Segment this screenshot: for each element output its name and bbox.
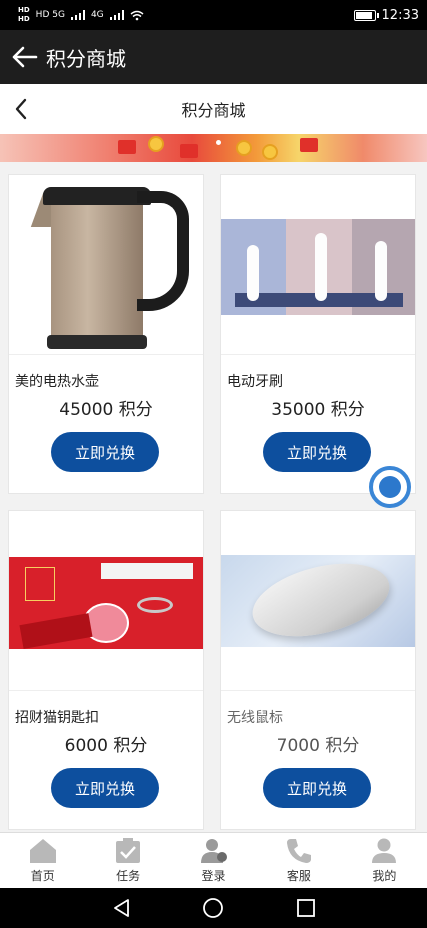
page-title: 积分商城 (181, 101, 246, 120)
chevron-left-icon[interactable] (8, 96, 34, 122)
wifi-icon (130, 10, 144, 20)
user-icon (372, 838, 397, 863)
product-card[interactable]: 电动牙刷 35000 积分 立即兑换 (220, 174, 416, 494)
phone-icon (286, 838, 311, 863)
battery-icon (353, 9, 379, 21)
tab-login[interactable]: 登录 (171, 833, 256, 888)
red-envelope-icon (300, 138, 318, 152)
signal-right-icon: 4G (90, 10, 104, 20)
nav-back-icon[interactable] (112, 898, 130, 918)
signal-bars-2-icon (109, 10, 124, 20)
app-title: 积分商城 (46, 46, 126, 71)
status-bar: HD HD HD 5G 4G 12:33 (0, 0, 427, 30)
network-status: HD HD HD 5G 4G (18, 6, 144, 24)
login-icon (200, 838, 227, 863)
task-icon (116, 837, 141, 863)
tab-label: 任务 (116, 868, 141, 883)
carousel-dot (216, 140, 221, 145)
tab-label: 我的 (372, 868, 397, 883)
product-name: 美的电热水壶 (15, 374, 99, 390)
coin-icon (236, 140, 252, 156)
product-points: 7000 积分 (276, 736, 360, 756)
product-name: 无线鼠标 (227, 710, 283, 726)
product-grid: 美的电热水壶 45000 积分 立即兑换 电动牙刷 35000 积分 立即兑换 (0, 162, 427, 832)
tab-label: 首页 (30, 868, 55, 883)
sub-header: 积分商城 (0, 84, 427, 134)
tab-home[interactable]: 首页 (0, 833, 85, 888)
product-points: 6000 积分 (64, 736, 148, 756)
float-dot-icon (379, 476, 401, 498)
red-envelope-icon (180, 144, 198, 158)
floating-assist-button[interactable] (369, 466, 411, 508)
product-image-mouse (221, 511, 415, 691)
product-points: 35000 积分 (271, 400, 365, 420)
product-card[interactable]: 无线鼠标 7000 积分 立即兑换 (220, 510, 416, 830)
coin-icon (262, 144, 278, 160)
product-name: 电动牙刷 (227, 374, 283, 390)
product-card[interactable]: 招财猫钥匙扣 6000 积分 立即兑换 (8, 510, 204, 830)
nav-recents-icon[interactable] (296, 898, 316, 918)
redeem-button[interactable]: 立即兑换 (263, 432, 371, 472)
signal-bars-icon (70, 10, 85, 20)
back-arrow-icon[interactable] (2, 30, 46, 84)
product-name: 招财猫钥匙扣 (15, 710, 99, 726)
product-card[interactable]: 美的电热水壶 45000 积分 立即兑换 (8, 174, 204, 494)
clock: 12:33 (381, 7, 419, 23)
product-points: 45000 积分 (59, 400, 153, 420)
redeem-button[interactable]: 立即兑换 (51, 432, 159, 472)
system-nav-bar (0, 888, 427, 928)
signal-left-icon: HD 5G (35, 10, 65, 20)
tab-tasks[interactable]: 任务 (85, 833, 170, 888)
product-image-kettle (9, 175, 203, 355)
redeem-button[interactable]: 立即兑换 (51, 768, 159, 808)
redeem-button[interactable]: 立即兑换 (263, 768, 371, 808)
tab-service[interactable]: 客服 (256, 833, 341, 888)
product-image-keychain (9, 511, 203, 691)
promo-banner[interactable] (0, 134, 427, 162)
hd-indicator: HD HD (18, 6, 30, 23)
home-icon (29, 838, 56, 863)
tab-label: 登录 (201, 868, 226, 883)
bottom-tab-bar: 首页 任务 登录 客服 我的 (0, 832, 427, 888)
tab-label: 客服 (286, 868, 311, 883)
product-image-toothbrush (221, 175, 415, 355)
app-header: 积分商城 (0, 30, 427, 84)
coin-icon (148, 136, 164, 152)
nav-home-icon[interactable] (202, 897, 224, 919)
red-envelope-icon (118, 140, 136, 154)
tab-mine[interactable]: 我的 (342, 833, 427, 888)
